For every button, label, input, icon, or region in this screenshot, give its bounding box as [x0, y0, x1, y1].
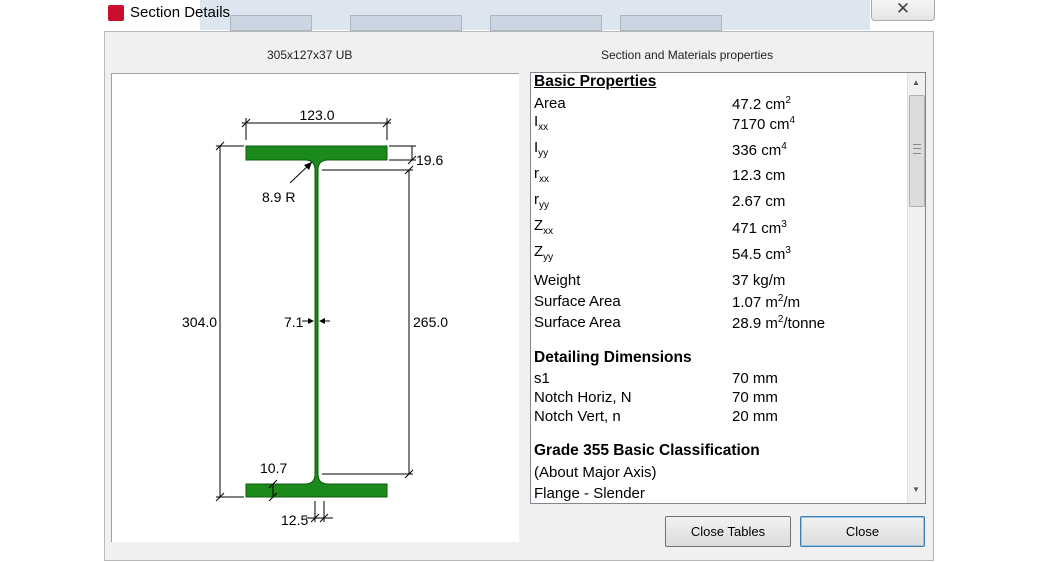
- property-name: Iyy: [534, 139, 549, 159]
- property-row: ryy 2.67 cm: [534, 191, 900, 218]
- close-tables-label: Close Tables: [690, 524, 766, 539]
- property-row: Zyy 54.5 cm3: [534, 243, 900, 270]
- detail-name: s1: [534, 370, 550, 387]
- scroll-down-icon[interactable]: ▼: [912, 485, 920, 494]
- property-name: Zxx: [534, 217, 554, 237]
- property-row: Iyy 336 cm4: [534, 139, 900, 166]
- property-value: 54.5 cm3: [732, 245, 791, 263]
- detailing-row: s1 70 mm: [534, 369, 900, 388]
- property-name: Zyy: [534, 243, 554, 263]
- detailing-row: Notch Vert, n 20 mm: [534, 407, 900, 426]
- grip-icon: [913, 144, 921, 154]
- property-row: Ixx 7170 cm4: [534, 113, 900, 140]
- property-row: Area 47.2 cm2: [534, 93, 900, 114]
- property-value: 471 cm3: [732, 219, 787, 237]
- flange-width-dim: 123.0: [299, 107, 334, 123]
- properties-table[interactable]: Basic Properties Area 47.2 cm2 Ixx 7170 cm4…: [530, 72, 926, 504]
- property-value: 336 cm4: [732, 141, 787, 159]
- property-name: rxx: [534, 165, 549, 185]
- root-radius-dim: 8.9 R: [262, 189, 295, 205]
- classification-heading: Grade 355 Basic Classification: [534, 442, 760, 459]
- section-drawing-panel: 123.0 19.6 8.9 R 304.0 7.1 265.0 10.7 12…: [111, 73, 519, 542]
- property-name: Ixx: [534, 113, 549, 133]
- property-row: rxx 12.3 cm: [534, 165, 900, 192]
- detail-name: Notch Vert, n: [534, 408, 621, 425]
- detailing-heading: Detailing Dimensions: [534, 349, 692, 366]
- detail-value: 70 mm: [732, 389, 778, 406]
- property-value: 1.07 m2/m: [732, 293, 801, 311]
- vertical-scrollbar[interactable]: ▲ ▼: [907, 73, 925, 503]
- app-icon: [108, 5, 124, 21]
- property-row: Surface Area 28.9 m2/tonne: [534, 312, 900, 333]
- window-title: Section Details: [130, 4, 231, 21]
- property-row: Surface Area 1.07 m2/m: [534, 291, 900, 312]
- close-label: Close: [845, 524, 880, 539]
- detail-value: 20 mm: [732, 408, 778, 425]
- web-half-dim: 12.5: [281, 512, 308, 528]
- properties-list: Basic Properties Area 47.2 cm2 Ixx 7170 cm4…: [534, 73, 900, 503]
- property-value: 47.2 cm2: [732, 95, 791, 113]
- close-button[interactable]: Close: [800, 516, 925, 547]
- close-tables-button[interactable]: Close Tables: [665, 516, 791, 547]
- property-value: 2.67 cm: [732, 193, 786, 210]
- property-value: 12.3 cm: [732, 167, 786, 184]
- section-name-label: 305x127x37 UB: [267, 48, 353, 62]
- property-value: 7170 cm4: [732, 115, 796, 133]
- property-value: 28.9 m2/tonne: [732, 314, 826, 332]
- property-name: Area: [534, 95, 566, 112]
- property-row: Zxx 471 cm3: [534, 217, 900, 244]
- classification-row: Flange - Slender: [534, 483, 900, 503]
- web-thickness-dim: 7.1: [284, 314, 304, 330]
- property-row: Weight 37 kg/m: [534, 270, 900, 291]
- detail-value: 70 mm: [732, 370, 778, 387]
- detail-name: Notch Horiz, N: [534, 389, 632, 406]
- table-heading-label: Section and Materials properties: [601, 48, 774, 62]
- basic-properties-heading: Basic Properties: [534, 73, 657, 90]
- property-name: Surface Area: [534, 314, 621, 331]
- depth-between-fillets-dim: 265.0: [413, 314, 448, 330]
- property-name: Weight: [534, 272, 581, 289]
- property-name: ryy: [534, 191, 549, 211]
- detailing-row: Notch Horiz, N 70 mm: [534, 388, 900, 407]
- property-value: 37 kg/m: [732, 272, 786, 289]
- section-drawing: 123.0 19.6 8.9 R 304.0 7.1 265.0 10.7 12…: [182, 107, 448, 528]
- classification-name: Flange - Slender: [534, 485, 645, 502]
- scrollbar-thumb[interactable]: [909, 95, 925, 207]
- overall-depth-dim: 304.0: [182, 314, 217, 330]
- property-name: Surface Area: [534, 293, 621, 310]
- window-close-button[interactable]: ✕: [871, 0, 935, 21]
- flange-thickness-dim: 19.6: [416, 152, 443, 168]
- classification-subheading: (About Major Axis): [534, 464, 657, 481]
- bottom-flange-dim: 10.7: [260, 460, 287, 476]
- scroll-up-icon[interactable]: ▲: [912, 78, 920, 87]
